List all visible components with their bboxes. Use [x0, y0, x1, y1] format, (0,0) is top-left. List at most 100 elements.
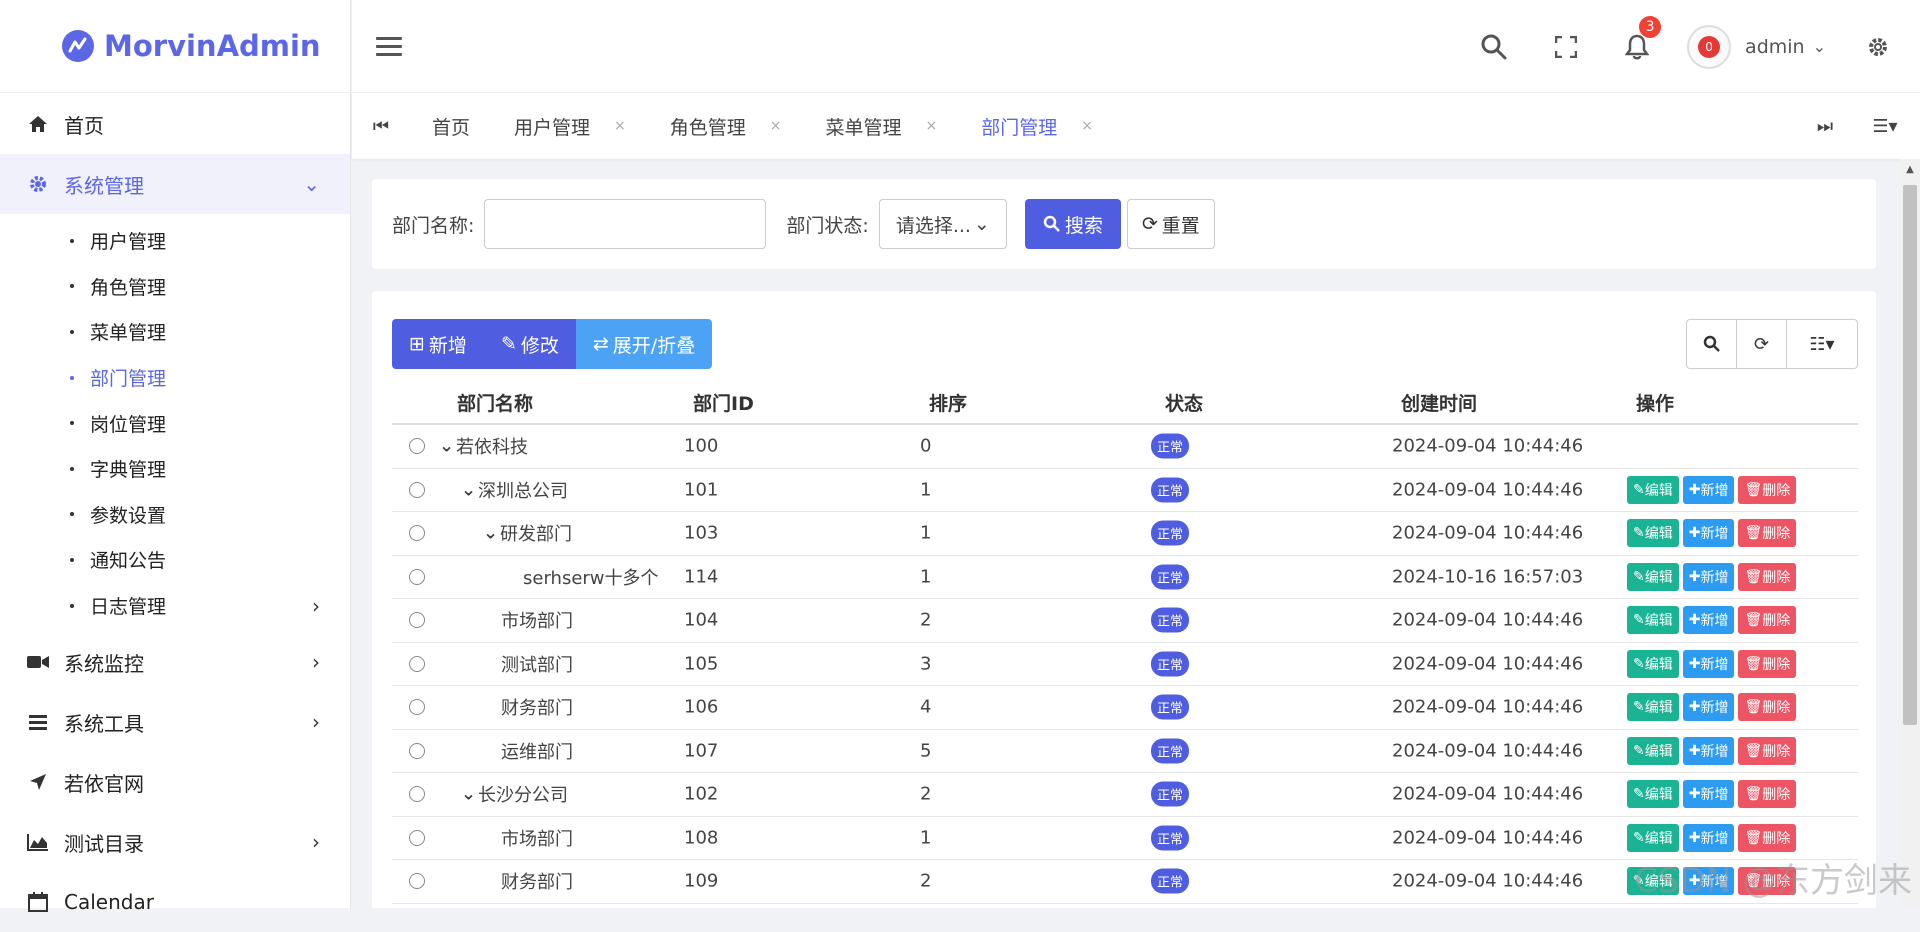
chevron-down-icon[interactable]: ⌄	[439, 436, 454, 457]
row-delete-button[interactable]: 🗑删除	[1738, 737, 1796, 765]
scrollbar-thumb[interactable]	[1903, 185, 1917, 725]
row-delete-button[interactable]: 🗑删除	[1738, 563, 1796, 591]
table-row[interactable]: serhserw十多个1141正常2024-10-16 16:57:03 ✎编辑…	[392, 556, 1858, 600]
row-add-button[interactable]: ✚新增	[1683, 693, 1735, 721]
bell-icon[interactable]: 3	[1625, 34, 1649, 60]
app-logo[interactable]: MorvinAdmin	[0, 0, 350, 93]
sidebar-item-system-management[interactable]: 系统管理 ⌄	[0, 154, 350, 214]
row-add-button[interactable]: ✚新增	[1683, 606, 1735, 634]
row-edit-button[interactable]: ✎编辑	[1627, 780, 1679, 808]
table-row[interactable]: ⌄若依科技1000正常2024-09-04 10:44:46	[392, 425, 1858, 469]
row-edit-button[interactable]: ✎编辑	[1627, 650, 1679, 678]
status-select[interactable]: 请选择... ⌄	[879, 199, 1007, 249]
row-radio[interactable]	[409, 743, 425, 759]
columns-icon[interactable]: ☷▾	[1787, 320, 1857, 368]
sidebar-item-notices[interactable]: 通知公告	[0, 537, 350, 583]
row-radio[interactable]	[409, 438, 425, 454]
refresh-icon[interactable]: ⟳	[1737, 320, 1787, 368]
row-delete-button[interactable]: 🗑删除	[1738, 824, 1796, 852]
close-icon[interactable]: ×	[1081, 118, 1093, 134]
sidebar-item-home[interactable]: 首页	[0, 94, 350, 154]
sidebar-item-tools[interactable]: 系统工具 ›	[0, 692, 350, 752]
sidebar-item-parameters[interactable]: 参数设置	[0, 492, 350, 538]
avatar[interactable]: 0	[1687, 25, 1731, 69]
row-add-button[interactable]: ✚新增	[1683, 737, 1735, 765]
row-radio[interactable]	[409, 786, 425, 802]
row-edit-button[interactable]: ✎编辑	[1627, 563, 1679, 591]
search-button[interactable]: 搜索	[1025, 199, 1121, 249]
dept-name-input[interactable]	[484, 199, 766, 249]
table-row[interactable]: ⌄研发部门1031正常2024-09-04 10:44:46 ✎编辑 ✚新增 🗑…	[392, 512, 1858, 556]
expand-collapse-button[interactable]: ⇄展开/折叠	[576, 319, 712, 369]
tab-scroll-right-icon[interactable]: ⏭	[1800, 116, 1850, 137]
tab-menus[interactable]: 菜单管理×	[804, 93, 960, 159]
page-scrollbar[interactable]: ▲	[1900, 159, 1920, 908]
sidebar-item-monitoring[interactable]: 系统监控 ›	[0, 632, 350, 692]
row-edit-button[interactable]: ✎编辑	[1627, 824, 1679, 852]
row-edit-button[interactable]: ✎编辑	[1627, 519, 1679, 547]
row-add-button[interactable]: ✚新增	[1683, 780, 1735, 808]
row-delete-button[interactable]: 🗑删除	[1738, 650, 1796, 678]
username[interactable]: admin	[1745, 36, 1805, 58]
reset-button[interactable]: ⟳ 重置	[1127, 199, 1215, 249]
table-row[interactable]: 市场部门1042正常2024-09-04 10:44:46 ✎编辑 ✚新增 🗑删…	[392, 599, 1858, 643]
row-delete-button[interactable]: 🗑删除	[1738, 606, 1796, 634]
close-icon[interactable]: ×	[926, 118, 938, 134]
tab-home[interactable]: 首页	[410, 93, 492, 159]
sidebar-item-posts[interactable]: 岗位管理	[0, 400, 350, 446]
tab-departments[interactable]: 部门管理×	[959, 93, 1115, 159]
sidebar-item-official-site[interactable]: 若依官网	[0, 752, 350, 812]
sidebar-item-roles[interactable]: 角色管理	[0, 264, 350, 310]
hamburger-menu-icon[interactable]	[376, 37, 402, 56]
tab-roles[interactable]: 角色管理×	[648, 93, 804, 159]
row-radio[interactable]	[409, 873, 425, 889]
fullscreen-icon[interactable]	[1555, 36, 1577, 58]
tab-scroll-left-icon[interactable]: ⏮	[352, 116, 410, 137]
table-row[interactable]: 运维部门1075正常2024-09-04 10:44:46 ✎编辑 ✚新增 🗑删…	[392, 730, 1858, 774]
close-icon[interactable]: ×	[770, 118, 782, 134]
sidebar-item-users[interactable]: 用户管理	[0, 218, 350, 264]
row-radio[interactable]	[409, 525, 425, 541]
table-row[interactable]: ⌄长沙分公司1022正常2024-09-04 10:44:46 ✎编辑 ✚新增 …	[392, 773, 1858, 817]
chevron-down-icon[interactable]: ⌄	[483, 523, 498, 544]
sidebar-item-test-directory[interactable]: 测试目录 ›	[0, 812, 350, 872]
row-delete-button[interactable]: 🗑删除	[1738, 693, 1796, 721]
sidebar-item-logs[interactable]: 日志管理›	[0, 583, 350, 629]
row-add-button[interactable]: ✚新增	[1683, 563, 1735, 591]
gear-icon[interactable]	[1866, 35, 1890, 59]
edit-button[interactable]: ✎修改	[484, 319, 576, 369]
row-delete-button[interactable]: 🗑删除	[1738, 780, 1796, 808]
add-button[interactable]: ⊞新增	[392, 319, 484, 369]
scroll-up-icon[interactable]: ▲	[1900, 159, 1920, 179]
toggle-search-icon[interactable]	[1687, 320, 1737, 368]
row-radio[interactable]	[409, 569, 425, 585]
row-radio[interactable]	[409, 482, 425, 498]
row-add-button[interactable]: ✚新增	[1683, 824, 1735, 852]
row-delete-button[interactable]: 🗑删除	[1738, 519, 1796, 547]
table-row[interactable]: ⌄深圳总公司1011正常2024-09-04 10:44:46 ✎编辑 ✚新增 …	[392, 469, 1858, 513]
chevron-down-icon[interactable]: ⌄	[461, 784, 476, 805]
close-icon[interactable]: ×	[614, 118, 626, 134]
sidebar-item-dictionaries[interactable]: 字典管理	[0, 446, 350, 492]
tab-options-icon[interactable]: ☰▾	[1850, 116, 1920, 137]
search-icon[interactable]	[1481, 34, 1507, 60]
row-edit-button[interactable]: ✎编辑	[1627, 606, 1679, 634]
row-radio[interactable]	[409, 830, 425, 846]
row-edit-button[interactable]: ✎编辑	[1627, 476, 1679, 504]
tab-users[interactable]: 用户管理×	[492, 93, 648, 159]
row-delete-button[interactable]: 🗑删除	[1738, 476, 1796, 504]
row-edit-button[interactable]: ✎编辑	[1627, 693, 1679, 721]
sidebar-item-menus[interactable]: 菜单管理	[0, 309, 350, 355]
sidebar-item-calendar[interactable]: Calendar	[0, 872, 350, 932]
row-edit-button[interactable]: ✎编辑	[1627, 737, 1679, 765]
row-add-button[interactable]: ✚新增	[1683, 476, 1735, 504]
chevron-down-icon[interactable]: ⌄	[461, 479, 476, 500]
chevron-down-icon[interactable]: ⌄	[1813, 37, 1826, 56]
table-row[interactable]: 测试部门1053正常2024-09-04 10:44:46 ✎编辑 ✚新增 🗑删…	[392, 643, 1858, 687]
row-add-button[interactable]: ✚新增	[1683, 519, 1735, 547]
row-add-button[interactable]: ✚新增	[1683, 650, 1735, 678]
sidebar-item-departments[interactable]: 部门管理	[0, 355, 350, 401]
row-radio[interactable]	[409, 656, 425, 672]
table-row[interactable]: 财务部门1064正常2024-09-04 10:44:46 ✎编辑 ✚新增 🗑删…	[392, 686, 1858, 730]
row-radio[interactable]	[409, 699, 425, 715]
